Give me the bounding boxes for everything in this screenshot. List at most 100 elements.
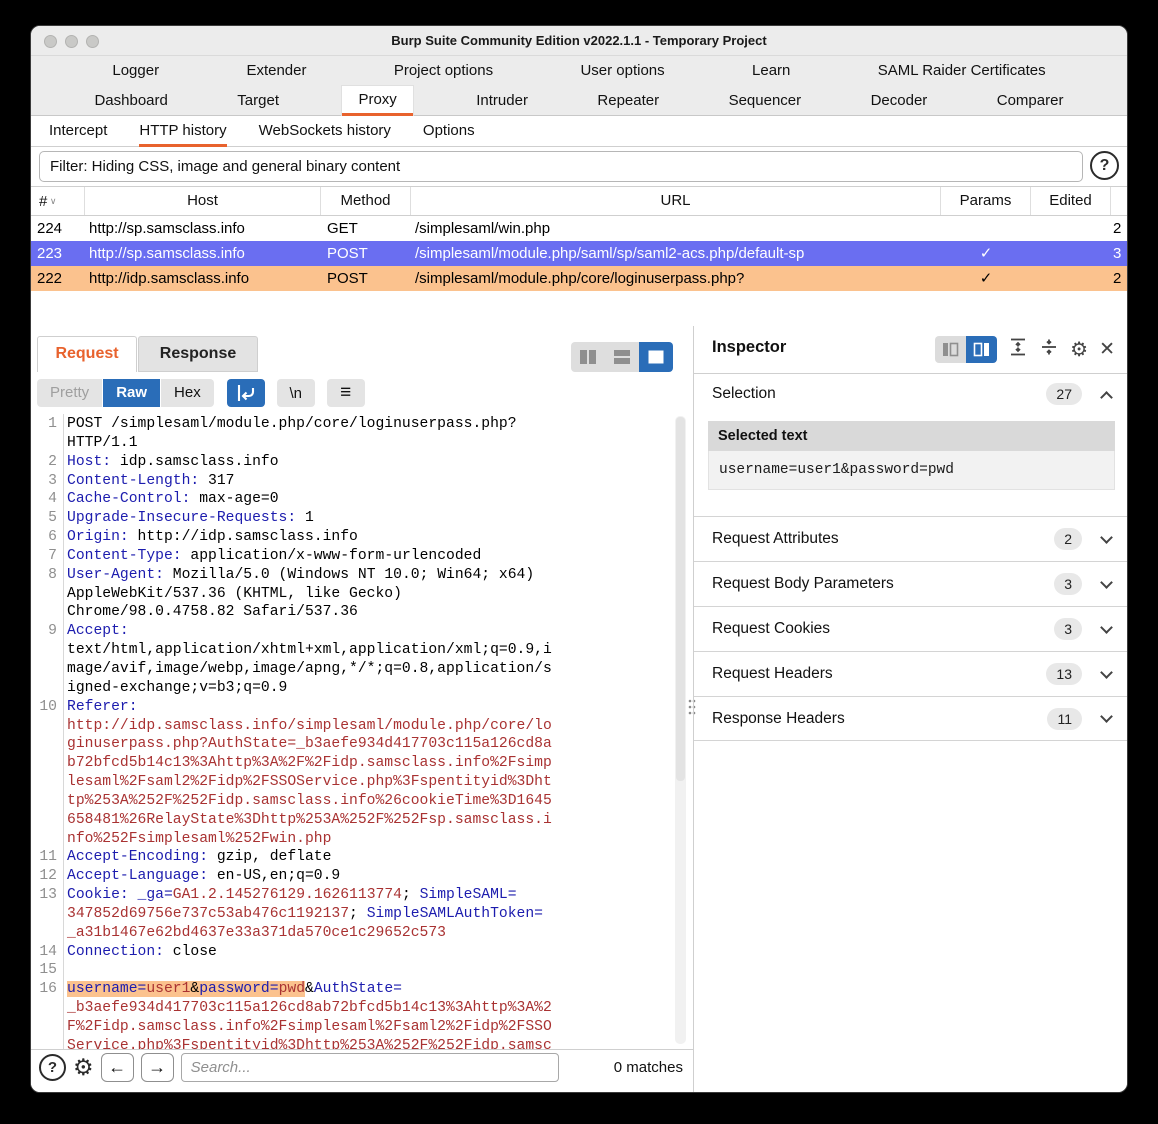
chevron-up-icon[interactable] xyxy=(1100,390,1113,404)
chevron-down-icon[interactable] xyxy=(1100,620,1113,634)
editor-line: tp%253A%252F%252Fidp.samsclass.info%26co… xyxy=(31,793,693,812)
layout-rows-button[interactable] xyxy=(605,342,639,372)
table-row-222[interactable]: 222 http://idp.samsclass.info POST/simples… xyxy=(31,266,1127,291)
column-header-edited[interactable]: Edited xyxy=(1031,187,1111,215)
chevron-down-icon[interactable] xyxy=(1100,530,1113,544)
line-number: 11 xyxy=(39,849,57,866)
next-match-button[interactable]: → xyxy=(140,1053,174,1082)
tab-request[interactable]: Request xyxy=(37,336,137,372)
cell-host: http://sp.samsclass.info xyxy=(89,245,245,262)
column-header-[interactable]: # ∨ xyxy=(31,187,85,215)
editor-line: igned-exchange;v=b3;q=0.9 xyxy=(31,680,693,699)
editor-line: Service.php%3Fspentityid%3Dhttp%253A%252… xyxy=(31,1038,693,1049)
subtab-intercept[interactable]: Intercept xyxy=(49,116,107,147)
main-tab-target[interactable]: Target xyxy=(231,86,285,116)
line-content: Accept-Language: en-US,en;q=0.9 xyxy=(67,868,341,885)
search-help-icon[interactable]: ? xyxy=(39,1054,66,1081)
line-content xyxy=(57,962,67,981)
line-number: 6 xyxy=(48,529,57,546)
line-number: 8 xyxy=(48,566,57,583)
inspector-section-response-headers[interactable]: Response Headers 11 xyxy=(694,696,1127,741)
line-content: Cache-Control: max-age=0 xyxy=(67,491,279,508)
editor-line: 8 User-Agent: Mozilla/5.0 (Windows NT 10.… xyxy=(31,567,693,586)
collapse-all-icon[interactable] xyxy=(1039,337,1059,362)
line-number: 16 xyxy=(39,981,57,998)
editor-line: lesaml%2Fsaml2%2Fidp%2FSSOService.php%3F… xyxy=(31,774,693,793)
filter-help-icon[interactable]: ? xyxy=(1090,151,1119,180)
main-tab-extender[interactable]: Extender xyxy=(240,56,312,86)
line-content: Host: idp.samsclass.info xyxy=(67,453,279,470)
word-wrap-icon[interactable] xyxy=(226,379,265,407)
inspector-section-request-attributes[interactable]: Request Attributes 2 xyxy=(694,516,1127,561)
main-tab-saml-raider-certificates[interactable]: SAML Raider Certificates xyxy=(872,56,1052,86)
hex-button[interactable]: Hex xyxy=(161,379,214,407)
column-header-params[interactable]: Params xyxy=(941,187,1031,215)
inspector-section-request-headers[interactable]: Request Headers 13 xyxy=(694,651,1127,696)
line-number: 4 xyxy=(48,491,57,508)
line-number xyxy=(31,1000,57,1019)
editor-menu-icon[interactable]: ≡ xyxy=(326,379,365,407)
line-content: b72bfcd5b14c13%3Ahttp%3A%2F%2Fidp.samscl… xyxy=(67,755,552,772)
inspector-section-request-body-parameters[interactable]: Request Body Parameters 3 xyxy=(694,561,1127,606)
main-tab-intruder[interactable]: Intruder xyxy=(470,86,534,116)
cell-number: 223 xyxy=(37,245,63,262)
newline-toggle-button[interactable]: \n xyxy=(276,379,315,407)
table-row-223[interactable]: 223 http://sp.samsclass.info POST/simplesa… xyxy=(31,241,1127,266)
main-tab-user-options[interactable]: User options xyxy=(574,56,670,86)
selected-text-block: Selected text username=user1&password=pw… xyxy=(708,421,1115,490)
expand-all-icon[interactable] xyxy=(1008,337,1028,362)
inspector-close-icon[interactable]: ✕ xyxy=(1099,338,1115,361)
main-tab-repeater[interactable]: Repeater xyxy=(591,86,665,116)
main-tab-learn[interactable]: Learn xyxy=(746,56,796,86)
subtab-options[interactable]: Options xyxy=(423,116,475,147)
subtab-websockets-history[interactable]: WebSockets history xyxy=(259,116,391,147)
editor-line: mage/avif,image/webp,image/apng,*/*;q=0.… xyxy=(31,661,693,680)
line-number xyxy=(31,718,57,737)
cell-method: POST xyxy=(327,270,368,287)
line-number xyxy=(31,736,57,755)
editor-vertical-scrollbar[interactable] xyxy=(675,416,686,1044)
editor-line: AppleWebKit/537.36 (KHTML, like Gecko) xyxy=(31,586,693,605)
inspector-dock-left-button[interactable] xyxy=(935,336,967,363)
main-tab-project-options[interactable]: Project options xyxy=(388,56,499,86)
history-filter[interactable]: Filter: Hiding CSS, image and general bi… xyxy=(39,151,1083,182)
table-row-224[interactable]: 224 http://sp.samsclass.info GET/simplesam… xyxy=(31,216,1127,241)
prev-match-button[interactable]: ← xyxy=(100,1053,134,1082)
chevron-down-icon[interactable] xyxy=(1100,710,1113,723)
subtab-http-history[interactable]: HTTP history xyxy=(139,116,227,147)
main-tab-proxy[interactable]: Proxy xyxy=(342,86,413,116)
column-header-url[interactable]: URL xyxy=(411,187,941,215)
inspector-settings-gear-icon[interactable]: ⚙ xyxy=(1070,340,1088,360)
layout-single-button[interactable] xyxy=(639,342,673,372)
editor-toolbar: Pretty Raw Hex \n ≡ xyxy=(37,379,365,407)
search-settings-gear-icon[interactable]: ⚙ xyxy=(73,1054,94,1081)
raw-button[interactable]: Raw xyxy=(103,379,161,407)
main-tab-decoder[interactable]: Decoder xyxy=(865,86,934,116)
line-number xyxy=(31,435,57,454)
main-tab-comparer[interactable]: Comparer xyxy=(991,86,1070,116)
search-input[interactable] xyxy=(180,1053,559,1082)
column-header-host[interactable]: Host xyxy=(85,187,321,215)
cell-method: POST xyxy=(327,245,368,262)
layout-columns-button[interactable] xyxy=(571,342,605,372)
main-tab-logger[interactable]: Logger xyxy=(106,56,165,86)
tab-response[interactable]: Response xyxy=(138,336,258,372)
section-count-badge: 13 xyxy=(1046,663,1082,685)
inspector-section-request-cookies[interactable]: Request Cookies 3 xyxy=(694,606,1127,651)
chevron-down-icon[interactable] xyxy=(1100,665,1113,679)
main-tab-sequencer[interactable]: Sequencer xyxy=(723,86,808,116)
line-number: 2 xyxy=(48,453,57,470)
editor-line: 3 Content-Length: 317 xyxy=(31,473,693,492)
line-number xyxy=(31,604,57,623)
pretty-button[interactable]: Pretty xyxy=(37,379,103,407)
selection-section-header[interactable]: Selection 27 xyxy=(694,374,1127,414)
inspector-dock-right-button[interactable] xyxy=(966,336,998,363)
window-title: Burp Suite Community Edition v2022.1.1 -… xyxy=(391,33,767,48)
line-content: tp%253A%252F%252Fidp.samsclass.info%26co… xyxy=(67,792,552,809)
editor-line: 7 Content-Type: application/x-www-form-ur… xyxy=(31,548,693,567)
column-header-method[interactable]: Method xyxy=(321,187,411,215)
raw-request-editor[interactable]: 1 POST /simplesaml/module.php/core/loginu… xyxy=(31,414,693,1049)
chevron-down-icon[interactable] xyxy=(1100,575,1113,589)
section-count-badge: 3 xyxy=(1054,573,1082,595)
main-tab-dashboard[interactable]: Dashboard xyxy=(88,86,173,116)
